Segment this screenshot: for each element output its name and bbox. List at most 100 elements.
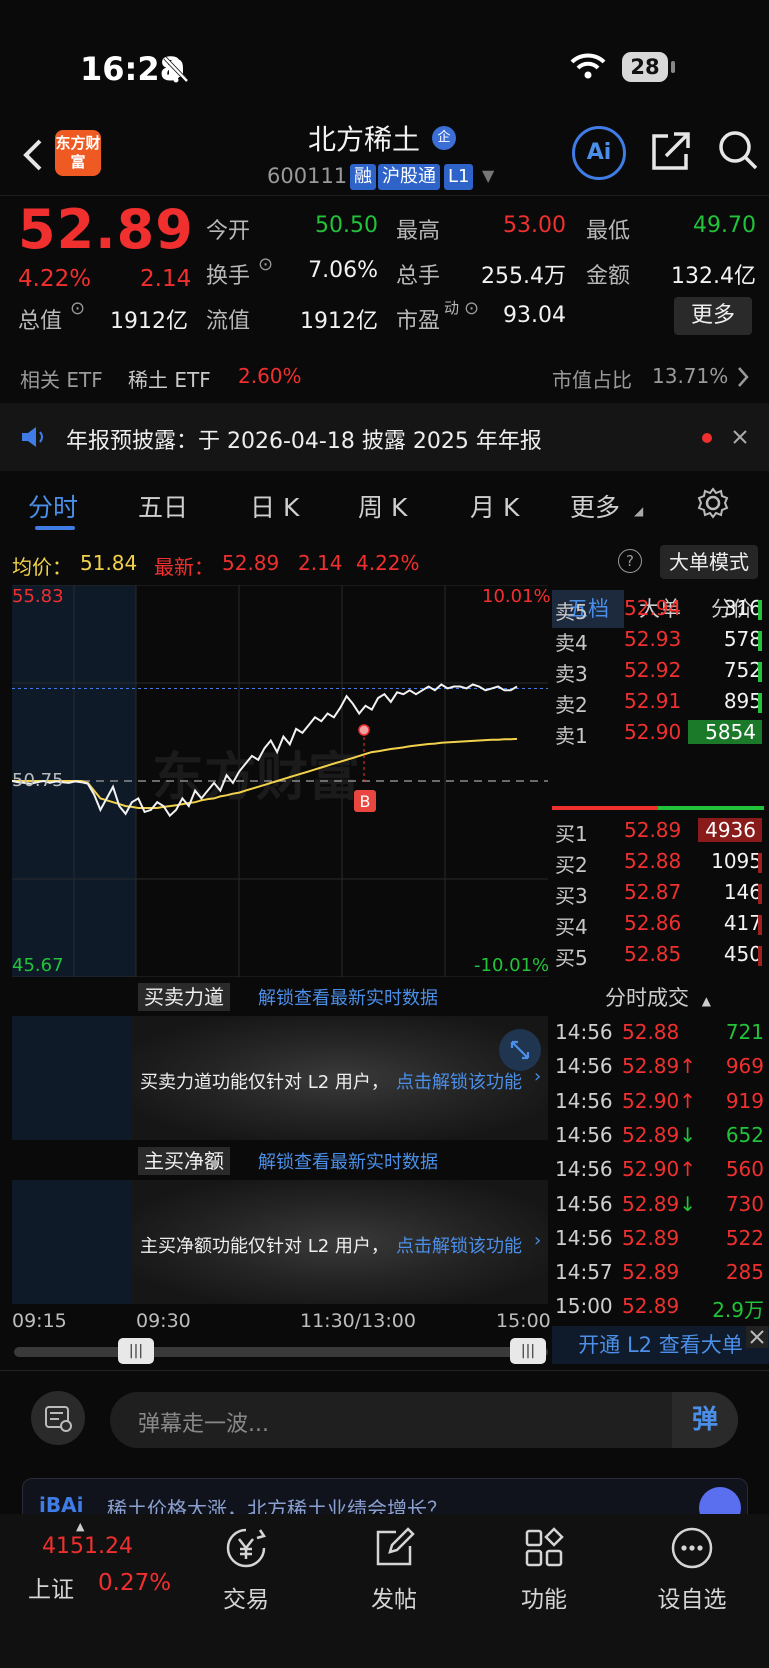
trade-volume: 730 — [725, 1191, 764, 1216]
back-button[interactable] — [18, 133, 48, 185]
danmu-settings-icon[interactable] — [30, 1390, 86, 1446]
edit-post-icon — [376, 1527, 415, 1566]
trade-time: 14:56 — [555, 1122, 613, 1147]
tab-more[interactable]: 更多 — [570, 488, 620, 524]
more-button[interactable]: 更多 — [674, 297, 752, 335]
info-icon[interactable]: ⊙ — [70, 298, 85, 319]
avg-price-row: 均价： 51.84 最新： 52.89 2.14 4.22% ? — [0, 543, 769, 583]
search-icon[interactable] — [716, 128, 760, 172]
ai-button[interactable]: Ai — [572, 126, 626, 180]
tab-monthly-k[interactable]: 月 K — [470, 488, 519, 524]
tab-intraday[interactable]: 分时 — [28, 488, 78, 524]
settings-gear-icon[interactable] — [696, 486, 730, 520]
label-pe: 市盈 — [396, 309, 441, 334]
close-icon[interactable] — [746, 1326, 768, 1348]
trade-row: 14:56 52.90↑ 560 — [552, 1157, 764, 1187]
info-icon[interactable]: ⊙ — [464, 298, 479, 319]
notice-bar[interactable]: 年报预披露：于 2026-04-18 披露 2025 年年报 — [0, 403, 769, 471]
sub1-pre-market — [12, 1016, 132, 1140]
trade-volume: 721 — [725, 1020, 764, 1044]
big-order-mode-button[interactable]: 大单模式 — [660, 545, 758, 579]
index-value: 4151.24 — [42, 1534, 133, 1559]
caret-down-icon[interactable]: ▼ — [482, 166, 494, 185]
info-icon[interactable]: ⊙ — [258, 254, 273, 275]
ask-volume: 5854 — [688, 720, 762, 744]
danmu-send-button[interactable]: 弹 — [672, 1392, 738, 1448]
etf-row[interactable]: 相关 ETF 稀土 ETF 2.60% 市值占比 13.71% — [0, 350, 769, 402]
tab-daily-k[interactable]: 日 K — [250, 488, 299, 524]
trade-volume: 522 — [725, 1225, 764, 1250]
index-ticker[interactable]: ▲ 4151.24 上证 0.27% — [18, 1520, 171, 1640]
nav-label: 交易 — [223, 1587, 269, 1613]
bid-row[interactable]: 买4 52.86 417 — [552, 911, 762, 941]
bid-volume-bar — [758, 946, 762, 966]
nav-functions[interactable]: 功能 — [494, 1524, 594, 1614]
stock-name: 北方稀土 — [308, 123, 421, 156]
ask-row[interactable]: 卖4 52.93 578 — [552, 627, 762, 657]
latest-value: 52.89 — [222, 551, 280, 575]
trade-time: 14:56 — [555, 1157, 613, 1182]
share-icon[interactable] — [650, 130, 692, 172]
ask-level: 卖2 — [555, 693, 588, 717]
label-high: 最高 — [396, 219, 441, 244]
sub1-unlock-link[interactable]: 解锁查看最新实时数据 — [258, 984, 438, 1014]
ask-row[interactable]: 卖3 52.92 752 — [552, 658, 762, 688]
intraday-chart[interactable]: 东方财富 B — [12, 585, 548, 977]
related-etf-label: 相关 ETF — [20, 368, 103, 392]
ask-price: 52.90 — [624, 720, 682, 744]
tab-five-day[interactable]: 五日 — [138, 488, 188, 524]
bid-row[interactable]: 买3 52.87 146 — [552, 880, 762, 910]
bid-volume: 450 — [723, 942, 762, 966]
more-dots-icon — [671, 1527, 713, 1569]
ask-price: 52.93 — [624, 627, 682, 651]
range-slider-right-handle[interactable]: ||| — [510, 1338, 546, 1364]
sub2-lock-overlay[interactable]: 主买净额功能仅针对 L2 用户， 点击解锁该功能 › — [132, 1180, 548, 1304]
trades-header[interactable]: 分时成交 ▲ — [552, 982, 764, 1016]
range-slider-left-handle[interactable]: ||| — [118, 1338, 154, 1364]
bid-volume-bar — [758, 915, 762, 935]
ai-suggestion-strip[interactable]: iBAi 稀土价格大涨，北方稀土业绩会增长？ — [22, 1478, 748, 1529]
app-logo[interactable]: 东方财富 — [55, 130, 101, 176]
danmu-input[interactable]: 弹幕走一波... 弹 — [110, 1392, 738, 1448]
range-slider-track[interactable] — [14, 1347, 548, 1357]
avg-label: 均价： — [12, 555, 72, 579]
trade-row: 14:57 52.89 285 — [552, 1260, 764, 1290]
market-cap-ratio: 13.71% — [652, 364, 729, 388]
ask-row[interactable]: 卖5 52.94 316 — [552, 596, 762, 626]
bid-level: 买5 — [555, 946, 588, 970]
marker-point — [358, 724, 370, 736]
trade-yen-icon — [226, 1528, 266, 1568]
nav-add-watchlist[interactable]: 设自选 — [642, 1524, 742, 1614]
sub1-lock-overlay[interactable]: 买卖力道功能仅针对 L2 用户， 点击解锁该功能 › — [132, 1016, 548, 1140]
chevron-right-icon: › — [534, 1230, 542, 1251]
trade-row: 14:56 52.89↓ 652 — [552, 1123, 764, 1153]
bid-price: 52.88 — [624, 849, 682, 873]
trade-time: 14:56 — [555, 1054, 613, 1079]
bid-row[interactable]: 买5 52.85 450 — [552, 942, 762, 972]
ask-row[interactable]: 卖2 52.91 895 — [552, 689, 762, 719]
value-turnover: 7.06% — [308, 258, 378, 283]
grid-functions-icon — [525, 1527, 564, 1567]
expand-icon[interactable] — [498, 1028, 542, 1072]
sub1-selector[interactable]: 买卖力道 ▼ — [138, 981, 230, 1011]
value-high: 53.00 — [503, 213, 566, 238]
chevron-left-icon — [23, 139, 42, 171]
nav-post[interactable]: 发帖 — [344, 1524, 444, 1614]
ask-price: 52.91 — [624, 689, 682, 713]
help-icon[interactable]: ? — [618, 549, 642, 573]
avg-value: 51.84 — [80, 551, 138, 575]
label-float-value: 流值 — [206, 309, 251, 334]
bid-row[interactable]: 买2 52.88 1095 — [552, 849, 762, 879]
open-l2-button[interactable]: 开通 L2 查看大单 — [552, 1326, 769, 1364]
ask-row[interactable]: 卖1 52.90 5854 — [552, 720, 762, 750]
trade-price: 52.89 — [622, 1294, 680, 1319]
sub2-unlock-button[interactable]: 点击解锁该功能 — [396, 1232, 522, 1258]
sub2-selector[interactable]: 主买净额 ▼ — [138, 1145, 230, 1175]
tab-weekly-k[interactable]: 周 K — [358, 488, 407, 524]
sub2-unlock-link[interactable]: 解锁查看最新实时数据 — [258, 1148, 438, 1178]
close-icon[interactable] — [732, 429, 748, 445]
caret-up-icon: ▲ — [701, 994, 711, 1008]
trade-time: 14:56 — [555, 1020, 613, 1044]
bid-row[interactable]: 买1 52.89 4936 — [552, 818, 762, 848]
nav-trade[interactable]: 交易 — [196, 1524, 296, 1614]
